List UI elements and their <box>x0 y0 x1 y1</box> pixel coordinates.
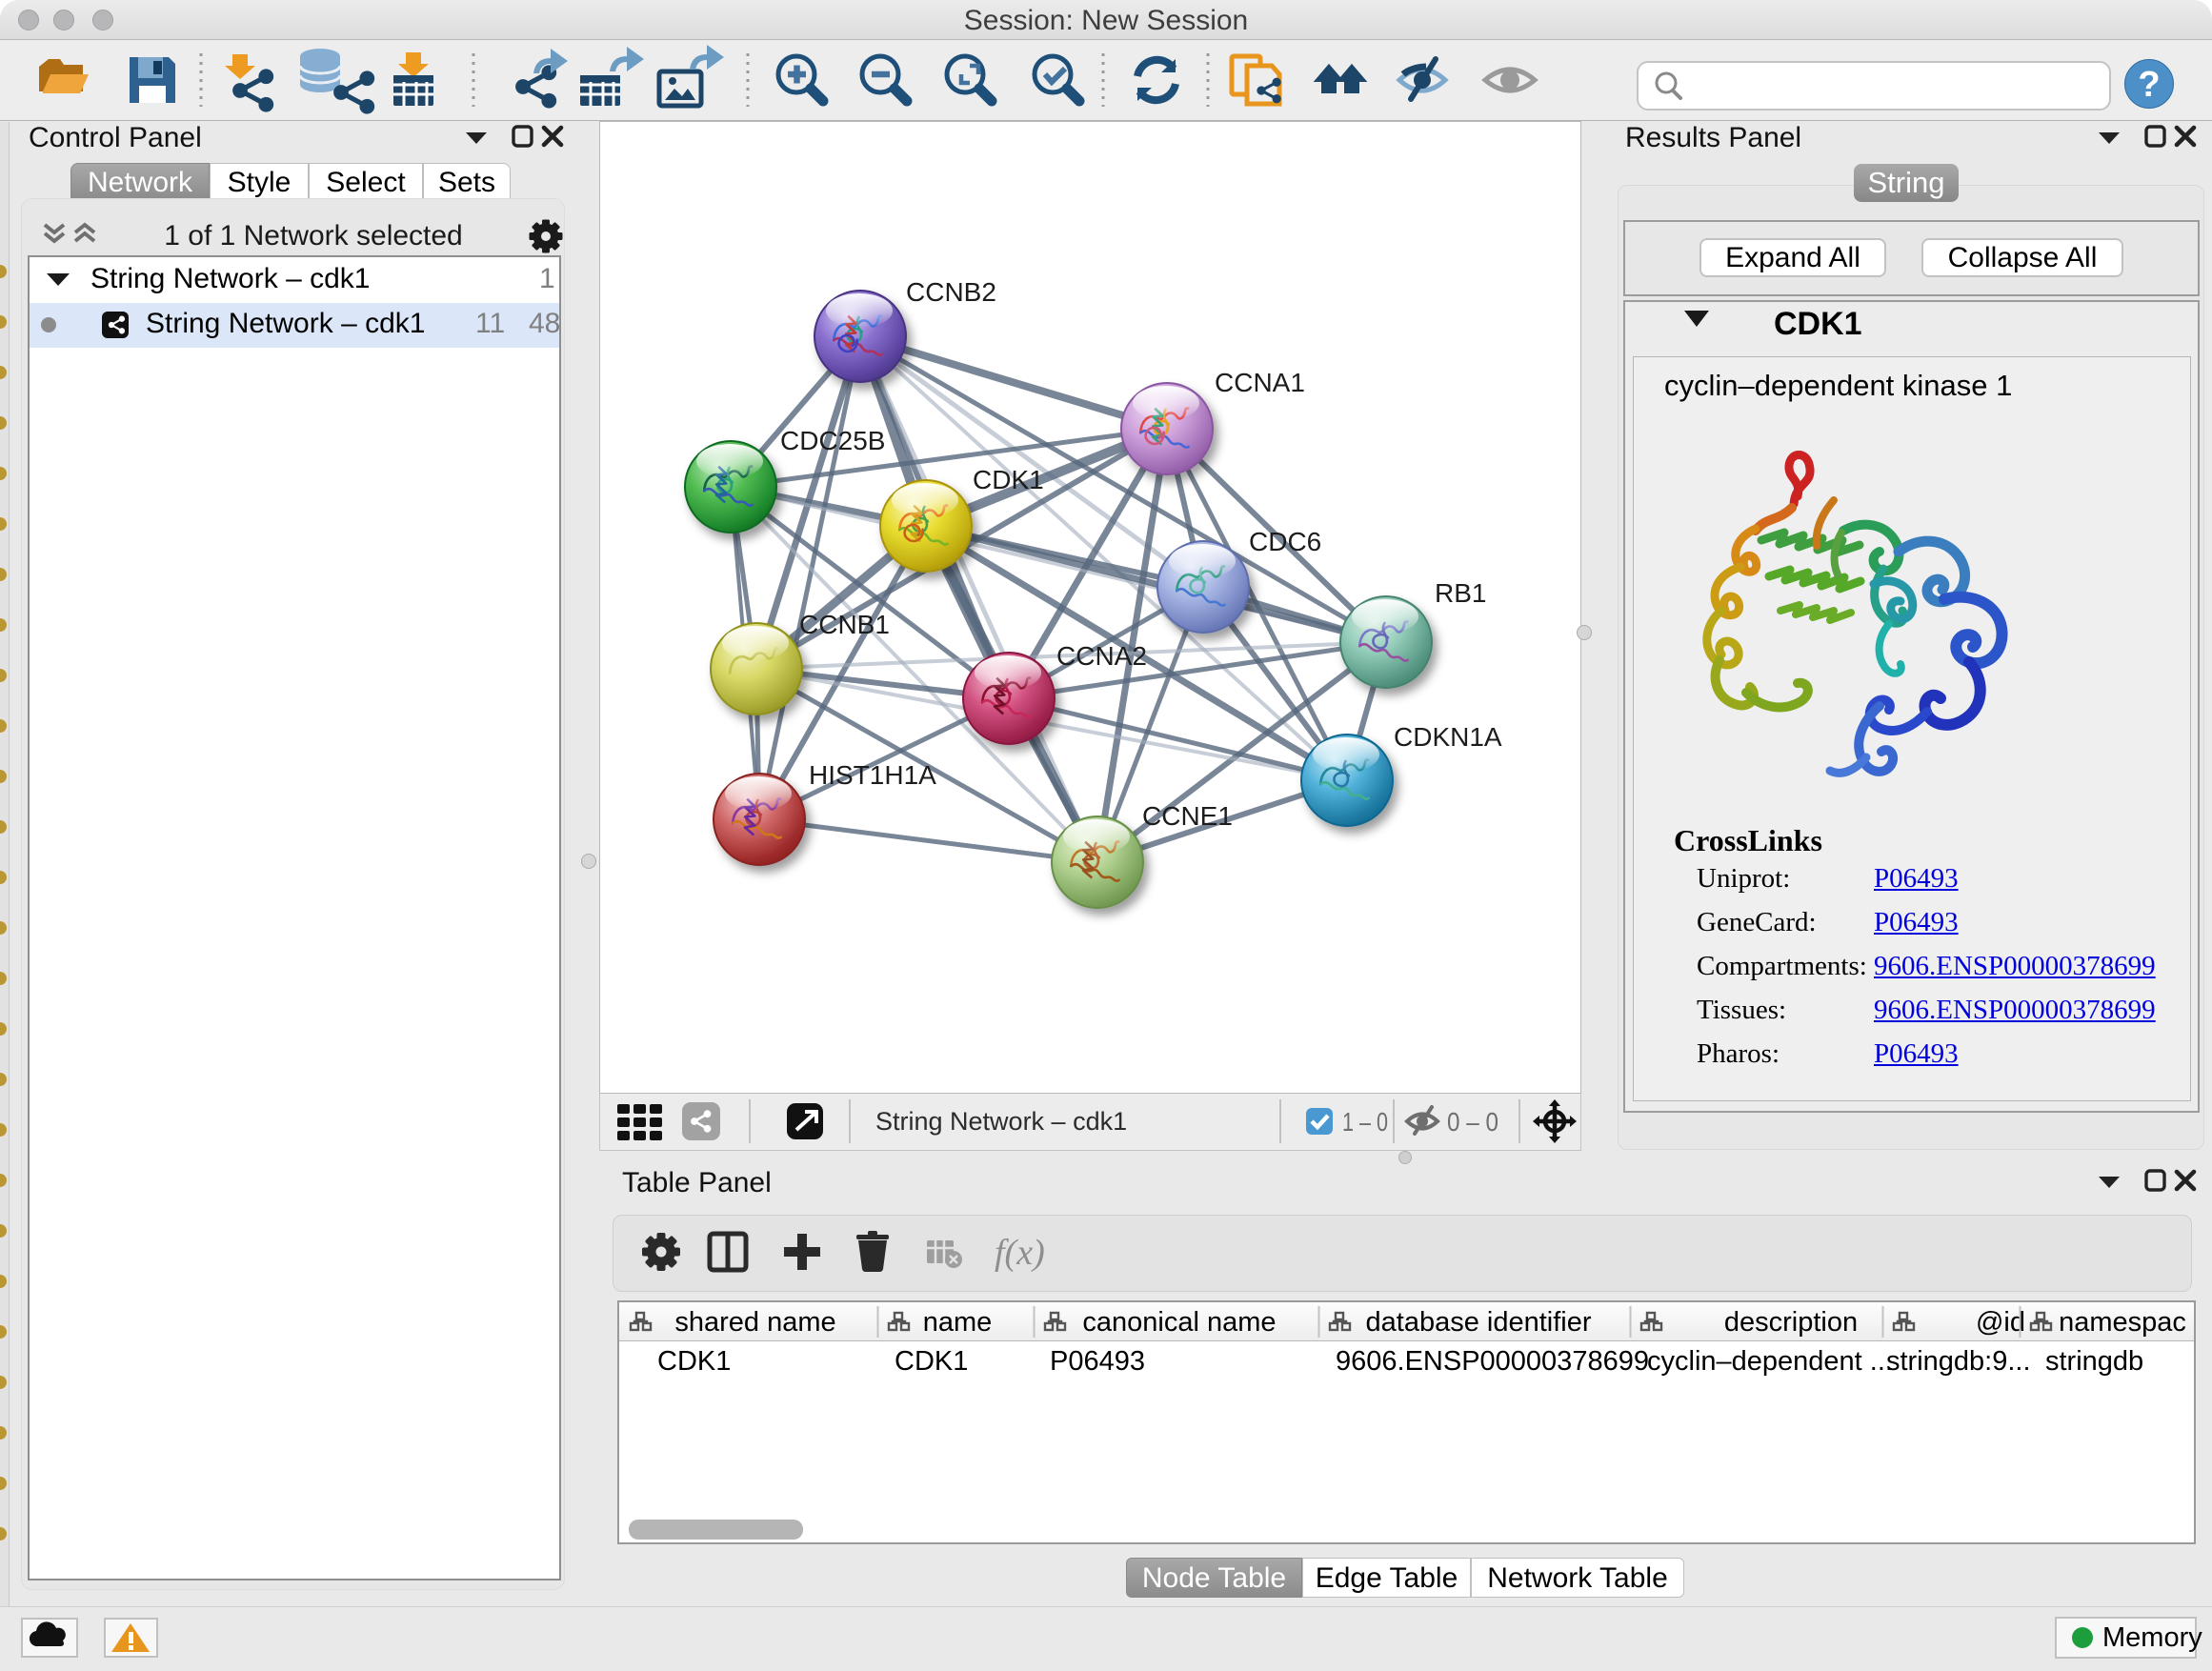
svg-text:HIST1H1A: HIST1H1A <box>809 760 936 790</box>
svg-text:CCNE1: CCNE1 <box>1142 801 1233 831</box>
svg-text:RB1: RB1 <box>1435 578 1486 608</box>
svg-text:1 of 1 Network selected: 1 of 1 Network selected <box>164 220 463 252</box>
svg-text:CCNB2: CCNB2 <box>906 277 996 307</box>
svg-text:database identifier: database identifier <box>1366 1307 1592 1338</box>
svg-text:f(x): f(x) <box>995 1233 1045 1273</box>
svg-text:description: description <box>1724 1307 1858 1338</box>
svg-text:canonical name: canonical name <box>1082 1307 1276 1338</box>
svg-text:0 – 0: 0 – 0 <box>1447 1107 1498 1137</box>
svg-text:CCNA1: CCNA1 <box>1215 368 1305 397</box>
svg-text:CDC6: CDC6 <box>1249 527 1321 556</box>
svg-text:CDKN1A: CDKN1A <box>1394 722 1502 752</box>
svg-text:String Network – cdk1: String Network – cdk1 <box>875 1107 1127 1136</box>
svg-text:shared name: shared name <box>674 1307 835 1338</box>
svg-text:@id: @id <box>1976 1307 2025 1338</box>
svg-text:1 – 0: 1 – 0 <box>1342 1107 1388 1137</box>
svg-text:CDK1: CDK1 <box>973 465 1044 494</box>
svg-text:namespac: namespac <box>2059 1307 2186 1338</box>
svg-text:name: name <box>923 1307 993 1338</box>
svg-text:CCNA2: CCNA2 <box>1056 641 1147 671</box>
svg-text:CCNB1: CCNB1 <box>799 610 890 639</box>
svg-text:CDC25B: CDC25B <box>780 426 885 455</box>
